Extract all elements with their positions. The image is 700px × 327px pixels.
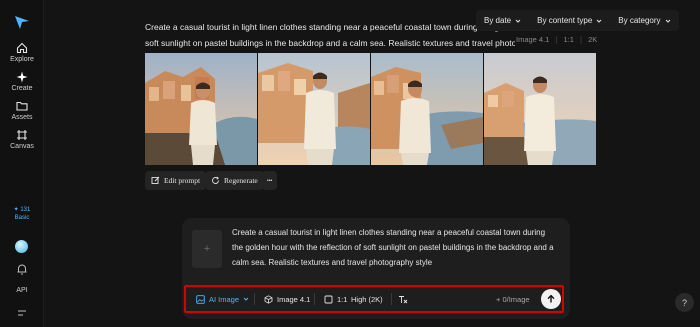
mode-select[interactable]: AI Image	[196, 287, 249, 311]
menu-icon[interactable]	[15, 306, 29, 320]
credits-badge[interactable]: ✦ 131 Basic	[6, 206, 38, 221]
generated-image[interactable]	[258, 53, 370, 165]
toolbar-divider	[314, 293, 315, 305]
toolbar-divider	[391, 293, 392, 305]
quality-label: High (2K)	[351, 294, 383, 304]
tourist-photo	[484, 53, 596, 165]
generation-prompt: Create a casual tourist in light linen c…	[145, 19, 515, 51]
more-options-icon: •••	[267, 177, 273, 184]
tourist-photo	[371, 53, 483, 165]
generation-meta: Image 4.1 | 1:1 | 2K	[512, 35, 597, 44]
refresh-icon	[212, 176, 219, 184]
cube-icon	[264, 294, 273, 304]
plan-label: Basic	[14, 215, 30, 221]
meta-separator: |	[580, 35, 582, 44]
edit-prompt-label: Edit prompt	[164, 176, 201, 185]
image-icon	[196, 294, 205, 304]
filter-label: By category	[618, 16, 661, 25]
filter-by-content-type[interactable]: By content type	[529, 10, 610, 31]
plus-icon: +	[203, 243, 211, 255]
tourist-photo	[145, 53, 257, 165]
chevron-down-icon	[515, 19, 521, 23]
text-format-icon	[399, 295, 408, 303]
sidebar-item-assets[interactable]: Assets	[0, 100, 44, 121]
prompt-input-line: Create a casual tourist in light linen c…	[232, 228, 546, 237]
help-icon: ?	[681, 297, 687, 308]
sidebar-item-canvas[interactable]: Canvas	[0, 129, 44, 150]
canvas-icon	[17, 130, 27, 140]
generated-image[interactable]	[371, 53, 483, 165]
filter-by-category[interactable]: By category	[610, 10, 678, 31]
generated-image[interactable]	[145, 53, 257, 165]
model-label: Image 4.1	[277, 294, 311, 304]
resolution-tag: 2K	[588, 35, 598, 44]
sidebar-item-create[interactable]: Create	[0, 71, 44, 92]
logo-icon[interactable]	[14, 14, 30, 30]
regenerate-button[interactable]: Regenerate	[205, 171, 264, 190]
regenerate-label: Regenerate	[224, 176, 258, 185]
model-select[interactable]: Image 4.1	[264, 287, 310, 311]
bell-icon[interactable]	[15, 262, 29, 276]
folder-icon	[16, 101, 28, 111]
edit-icon	[151, 176, 160, 184]
chevron-down-icon	[665, 19, 670, 23]
arrow-up-icon	[547, 294, 555, 303]
upload-reference-button[interactable]: +	[192, 230, 222, 268]
chevron-down-icon	[596, 19, 602, 23]
tourist-photo	[258, 53, 370, 165]
generation-prompt-line: soft sunlight on pastel buildings in the…	[145, 38, 515, 48]
sidebar-item-explore[interactable]: Explore	[0, 42, 44, 63]
meta-separator: |	[555, 35, 558, 44]
edit-prompt-button[interactable]: Edit prompt	[145, 171, 207, 190]
filter-bar: By date By content type By category	[476, 10, 679, 31]
credits-count: ✦ 131	[13, 207, 31, 213]
ratio-tag: 1:1	[563, 35, 574, 44]
sidebar-item-label: Explore	[10, 56, 34, 63]
prompt-input[interactable]: Create a casual tourist in light linen c…	[232, 225, 562, 270]
home-icon	[16, 42, 28, 54]
toolbar-divider	[254, 293, 255, 305]
text-style-button[interactable]	[398, 287, 408, 311]
sidebar-item-label: Assets	[11, 114, 33, 121]
prompt-input-line: calm sea. Realistic textures and travel …	[232, 258, 433, 267]
filter-by-date[interactable]: By date	[476, 10, 529, 31]
aspect-ratio-icon	[324, 295, 333, 303]
mode-label: AI Image	[209, 294, 240, 304]
api-link[interactable]: API	[0, 287, 44, 294]
sparkle-icon	[16, 71, 28, 83]
prompt-input-line: the golden hour with the reflection of s…	[232, 243, 554, 252]
send-button[interactable]	[541, 289, 561, 309]
more-options-button[interactable]: •••	[262, 171, 278, 190]
model-tag: Image 4.1	[516, 35, 550, 44]
image-count: + 0/Image	[496, 287, 530, 311]
chevron-down-icon	[243, 297, 249, 301]
help-button[interactable]: ?	[675, 293, 694, 312]
ratio-label: 1:1	[337, 294, 348, 304]
filter-label: By content type	[537, 16, 593, 25]
composer-toolbar: AI Image Image 4.1 1:1 High (2K) + 0/Ima…	[184, 285, 564, 313]
image-count-label: + 0/Image	[496, 294, 530, 304]
quality-select[interactable]: High (2K)	[351, 287, 383, 311]
generated-image[interactable]	[484, 53, 596, 165]
avatar[interactable]	[15, 240, 28, 253]
sidebar: Explore Create Assets Canvas ✦ 131 Basic…	[0, 0, 44, 327]
ratio-select[interactable]: 1:1	[324, 287, 347, 311]
sidebar-item-label: Create	[11, 85, 33, 92]
filter-label: By date	[484, 16, 512, 25]
sidebar-item-label: Canvas	[10, 143, 34, 150]
generation-prompt-line: Create a casual tourist in light linen c…	[145, 22, 515, 32]
